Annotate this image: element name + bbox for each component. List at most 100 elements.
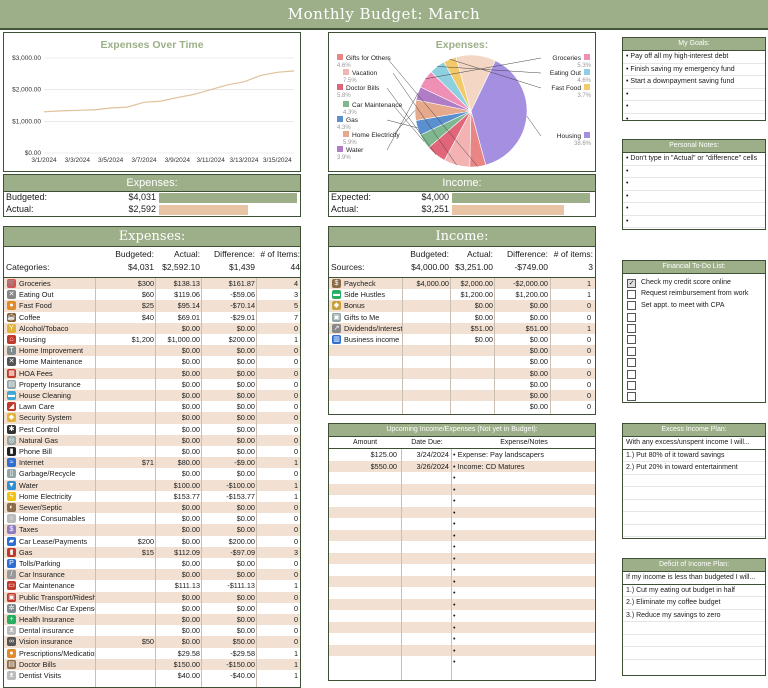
- category-name: Security System: [19, 413, 72, 423]
- pie-slice-percent: 7.5%: [343, 78, 357, 84]
- x-tick-label: 3/7/2024: [131, 157, 157, 164]
- budgeted-cell: $71: [141, 458, 154, 468]
- y-tick-label: $2,000.00: [12, 87, 41, 94]
- category-name: Prescriptions/Medication: [19, 648, 95, 658]
- todo-header: Financial To-Do List:: [623, 261, 765, 274]
- difference-cell: $0.00: [236, 323, 255, 333]
- pill-icon: ●: [7, 648, 16, 658]
- difference-cell: $0.00: [236, 447, 255, 456]
- difference-cell: $0.00: [236, 435, 255, 445]
- goal-item: •: [623, 114, 765, 121]
- actual-cell: $0.00: [181, 503, 200, 512]
- pie-slice-percent: 4.6%: [337, 63, 351, 69]
- actual-cell: $0.00: [181, 391, 200, 400]
- category-name: Sewer/Septic: [19, 503, 62, 512]
- income-summary-header: Income:: [329, 175, 595, 192]
- expenses-pie-chart[interactable]: Expenses: Gifts for Others 4.6% Vacation 7.5…: [328, 32, 596, 172]
- checkbox[interactable]: [627, 369, 636, 379]
- expenses-summary: Expenses: Budgeted: $4,031 Actual: $2,59…: [3, 174, 301, 217]
- x-tick-label: 3/3/2024: [65, 157, 91, 164]
- table-row: ▬ Side Hustles $1,200.00 $1,200.00 1: [329, 289, 595, 300]
- source-name: Dividends/Interest: [344, 323, 403, 333]
- items-cell: 4: [293, 279, 298, 288]
- difference-cell: $0.00: [529, 301, 548, 311]
- items-cell: 0: [293, 391, 298, 400]
- note-cell: •: [453, 507, 456, 517]
- col-budgeted: Budgeted:: [115, 249, 154, 259]
- actual-cell: $69.01: [177, 312, 200, 322]
- note-item: •: [623, 178, 765, 191]
- income-summary: Income: Expected: $4,000 Actual: $3,251: [328, 174, 596, 217]
- page-title: Monthly Budget: March: [287, 5, 481, 23]
- upcoming-table: Upcoming Income/Expenses (Not yet in Bud…: [328, 423, 596, 681]
- total-budgeted: $4,031: [128, 262, 154, 272]
- pie-slice-percent: 4.3%: [337, 125, 351, 131]
- x-tick-label: 3/13/2024: [230, 157, 259, 164]
- table-row: $0.00 0: [329, 367, 595, 379]
- todo-item: [623, 357, 765, 368]
- col-notes: Expense/Notes: [500, 439, 548, 446]
- mower-icon: ◢: [7, 402, 16, 412]
- checkbox-checked[interactable]: ✓: [627, 278, 636, 288]
- goal-item: • Start a downpayment saving fund: [623, 76, 765, 89]
- items-cell: 0: [586, 379, 591, 389]
- difference-cell: -$59.06: [230, 290, 255, 300]
- table-row: $0.00 0: [329, 345, 595, 357]
- checkbox[interactable]: [627, 312, 636, 322]
- line-chart-svg: Expenses Over Time $0.00 $1,000.00 $2,000.0…: [12, 39, 295, 164]
- expenses-table: Expenses: Budgeted: Actual: Difference: …: [3, 226, 301, 688]
- note-cell: •: [453, 473, 456, 482]
- col-actual: Actual:: [174, 249, 200, 259]
- table-row: ▥ Business income $0.00 $0.00 0: [329, 334, 595, 345]
- difference-cell: $1,200.00: [515, 290, 548, 300]
- actual-cell: $119.06: [174, 290, 200, 300]
- coffee-icon: ☕: [7, 312, 16, 322]
- actual-cell: $51.00: [470, 323, 493, 333]
- category-name: Coffee: [19, 312, 41, 322]
- checkbox[interactable]: [627, 289, 636, 299]
- total-difference: $1,439: [229, 262, 255, 272]
- checkbox[interactable]: [627, 301, 636, 311]
- page-title-bar: Monthly Budget: March: [0, 0, 768, 30]
- checkbox[interactable]: [627, 358, 636, 368]
- pie-slice-label: Car Maintenance: [352, 102, 403, 109]
- actual-cell: $111.13: [174, 581, 200, 591]
- income-rows: $ Paycheck $4,000.00 $2,000.00 -$2,000.00 1 ▬ S…: [329, 277, 595, 414]
- trash-icon: ▯: [7, 469, 16, 479]
- table-row: $0.00 0: [329, 401, 595, 412]
- checkbox[interactable]: [627, 324, 636, 334]
- pie-slice-label: Vacation: [352, 70, 378, 77]
- checkbox[interactable]: [627, 381, 636, 391]
- source-name: Gifts to Me: [344, 312, 380, 322]
- income-col-items: # of items:: [553, 249, 593, 259]
- deficit-plan-item: 1.) Cut my eating out budget in half: [623, 585, 765, 597]
- items-cell: 0: [293, 570, 298, 580]
- table-row: •: [329, 552, 595, 564]
- items-cell: 0: [586, 346, 591, 356]
- bag-icon: ◆: [332, 301, 341, 311]
- pie-leader-line: [386, 119, 418, 129]
- expenses-summary-header: Expenses:: [4, 175, 300, 192]
- column-divider: [402, 278, 403, 414]
- y-tick-label: $0.00: [25, 150, 42, 157]
- items-cell: 0: [293, 514, 298, 524]
- meter-icon: ◎: [7, 435, 16, 445]
- actual-cell: $0.00: [474, 335, 493, 344]
- y-tick-label: $3,000.00: [12, 55, 41, 62]
- category-name: Groceries: [19, 279, 51, 288]
- items-cell: 1: [293, 671, 298, 680]
- column-divider: [451, 449, 452, 680]
- actual-cell: $0.00: [181, 514, 200, 524]
- category-name: Fast Food: [19, 301, 52, 311]
- checkbox[interactable]: [627, 346, 636, 356]
- income-table-header: Income:: [329, 227, 595, 247]
- expenses-over-time-chart[interactable]: Expenses Over Time $0.00 $1,000.00 $2,000.0…: [3, 32, 301, 172]
- house-icon: ⌂: [7, 335, 16, 344]
- note-cell: •: [453, 576, 456, 586]
- todo-panel: Financial To-Do List: ✓ Check my credit s…: [622, 260, 766, 403]
- category-name: Eating Out: [19, 290, 54, 300]
- checkbox[interactable]: [627, 392, 636, 402]
- pie-label-icon: [337, 54, 343, 60]
- checkbox[interactable]: [627, 335, 636, 345]
- difference-cell: $0.00: [236, 626, 255, 636]
